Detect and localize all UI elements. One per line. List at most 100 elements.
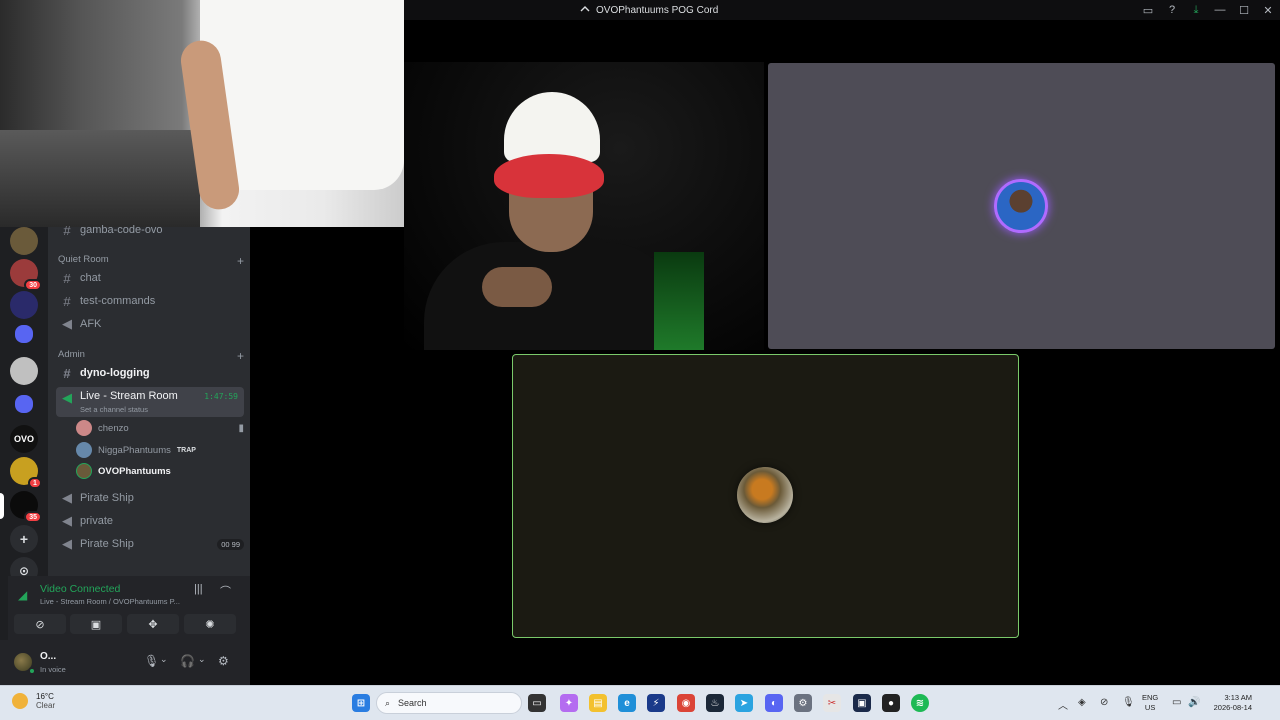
camera-icon: ▮ [238, 422, 244, 434]
help-icon[interactable]: ? [1160, 0, 1184, 20]
member-name: chenzo [98, 422, 129, 434]
close-button[interactable]: ✕ [1256, 0, 1280, 20]
maximize-button[interactable]: ☐ [1232, 0, 1256, 20]
discord-taskbar-icon[interactable]: ◐ [765, 694, 783, 712]
voice-member[interactable]: chenzo ▮ [76, 418, 244, 438]
channel-item[interactable]: # test-commands [56, 290, 244, 312]
channel-item[interactable]: ◀ Pirate Ship 00 99 [56, 533, 244, 555]
channel-label: gamba-code-ovo [80, 224, 163, 236]
channel-status[interactable]: Set a channel status [80, 405, 148, 414]
noise-suppression-icon[interactable]: ||| [194, 583, 203, 595]
microphone-icon[interactable]: 🎙 [144, 654, 159, 668]
voice-member[interactable]: OVOPhantuums [76, 461, 244, 481]
weather-widget[interactable]: 16°C Clear [12, 692, 55, 710]
participant-tile[interactable] [768, 63, 1275, 349]
channel-item[interactable]: ◀ AFK [56, 313, 244, 335]
self-video-feed[interactable] [0, 0, 404, 227]
voice-panel: ◢ Video Connected Live - Stream Room / O… [8, 576, 250, 640]
add-channel-icon[interactable]: + [237, 254, 244, 268]
system-clock[interactable]: 3:13 AM 2026-08-14 [1206, 693, 1252, 713]
channel-label: Live - Stream Room [80, 390, 178, 402]
language-indicator[interactable]: ENG US [1142, 693, 1158, 713]
clock-time: 3:13 AM [1224, 693, 1252, 702]
microphone-tray-icon[interactable]: 🎙 [1122, 697, 1135, 708]
file-explorer-icon[interactable]: ▤ [589, 694, 607, 712]
channel-item[interactable]: # gamba-code-ovo [56, 219, 244, 241]
telegram-icon[interactable]: ➤ [735, 694, 753, 712]
edge-icon[interactable]: e [618, 694, 636, 712]
server-icon[interactable]: 1 [10, 457, 42, 489]
volume-icon[interactable]: 🔊 [1188, 697, 1200, 708]
channel-item[interactable]: # chat [56, 267, 244, 289]
stream-subject-cap-brim [494, 154, 604, 198]
obs-icon[interactable]: ● [882, 694, 900, 712]
minimize-button[interactable]: — [1208, 0, 1232, 20]
category-quiet-room[interactable]: Quiet Room + [58, 254, 244, 268]
download-icon[interactable]: ⤓ [1184, 0, 1208, 20]
spotify-icon[interactable]: ≋ [911, 694, 929, 712]
stream-subject-cap [504, 92, 600, 162]
copilot-icon[interactable]: ✦ [560, 694, 578, 712]
chrome-icon[interactable]: ◉ [677, 694, 695, 712]
voice-member[interactable]: NiggaPhantuums TRAP [76, 440, 244, 460]
app-root: OVOPhantuums POG Cord ▭ ? ⤓ — ☐ ✕ 30 OVO… [0, 0, 1280, 720]
activities-button[interactable]: ✥ [127, 614, 179, 634]
camera-off-button[interactable]: ⊘ [14, 614, 66, 634]
snipping-tool-icon[interactable]: ✂ [823, 694, 841, 712]
avatar [76, 442, 92, 458]
avatar [76, 463, 92, 479]
participant-tile-speaking[interactable] [512, 354, 1019, 638]
language-code: ENG [1142, 693, 1159, 702]
add-server-icon[interactable]: + [10, 525, 38, 553]
network-icon[interactable]: ▭ [1172, 697, 1181, 708]
steam-icon[interactable]: ♨ [706, 694, 724, 712]
username[interactable]: O... [40, 651, 56, 662]
hash-icon: # [63, 270, 71, 286]
category-label: Admin [58, 349, 85, 360]
app-icon[interactable]: ▣ [853, 694, 871, 712]
taskbar-search[interactable]: ⌕ Search [376, 692, 522, 714]
member-name: NiggaPhantuums [98, 444, 171, 456]
signal-icon[interactable]: ◢ [18, 588, 27, 602]
channel-item[interactable]: ◀ private [56, 510, 244, 532]
stream-video-feed[interactable] [404, 62, 764, 350]
server-icon[interactable] [10, 227, 38, 255]
channel-item[interactable]: ◀ Pirate Ship [56, 487, 244, 509]
member-name: OVOPhantuums [98, 465, 171, 477]
folder-icon[interactable] [15, 395, 33, 413]
task-view-icon[interactable]: ▭ [528, 694, 546, 712]
speaker-icon: ◀ [62, 513, 72, 528]
disconnect-icon[interactable]: ⌒ [220, 583, 231, 599]
unread-badge: 1 [28, 477, 42, 489]
headphones-icon[interactable]: 🎧 [180, 654, 195, 668]
windows-start-icon[interactable]: ⊞ [352, 694, 370, 712]
add-channel-icon[interactable]: + [237, 349, 244, 363]
hash-icon: # [63, 365, 71, 381]
tray-app-icon[interactable]: ⊘ [1100, 697, 1108, 708]
weather-temp: 16°C [36, 692, 54, 701]
channel-item-live[interactable]: ◀ Live - Stream Room 1:47:59 Set a chann… [56, 387, 244, 417]
channel-label: dyno-logging [80, 367, 150, 379]
folder-icon[interactable] [15, 325, 33, 343]
soundboard-button[interactable]: ✺ [184, 614, 236, 634]
server-icon-ovo[interactable]: OVO [10, 425, 38, 453]
gear-icon[interactable]: ⚙ [218, 654, 229, 668]
app-icon[interactable]: ⚡ [647, 694, 665, 712]
screen-share-button[interactable]: ▣ [70, 614, 122, 634]
server-icon[interactable] [10, 357, 38, 385]
stream-subject-hand [482, 267, 552, 307]
server-icon[interactable]: 30 [10, 259, 42, 291]
inbox-icon[interactable]: ▭ [1136, 0, 1160, 20]
discord-icon [580, 6, 590, 12]
window-title: OVOPhantuums POG Cord [580, 0, 718, 20]
tray-app-icon[interactable]: ◈ [1078, 697, 1086, 708]
chevron-down-icon[interactable]: ⌄ [160, 654, 168, 665]
channel-item-dyno[interactable]: # dyno-logging [56, 362, 244, 384]
voice-status-subtitle[interactable]: Live - Stream Room / OVOPhantuums P... [40, 597, 180, 606]
chevron-down-icon[interactable]: ⌄ [198, 654, 206, 665]
server-icon[interactable] [10, 291, 38, 319]
category-admin[interactable]: Admin + [58, 349, 244, 363]
chevron-up-icon[interactable]: ︿ [1058, 697, 1068, 712]
settings-icon[interactable]: ⚙ [794, 694, 812, 712]
server-icon-selected[interactable]: 35 [10, 491, 42, 523]
